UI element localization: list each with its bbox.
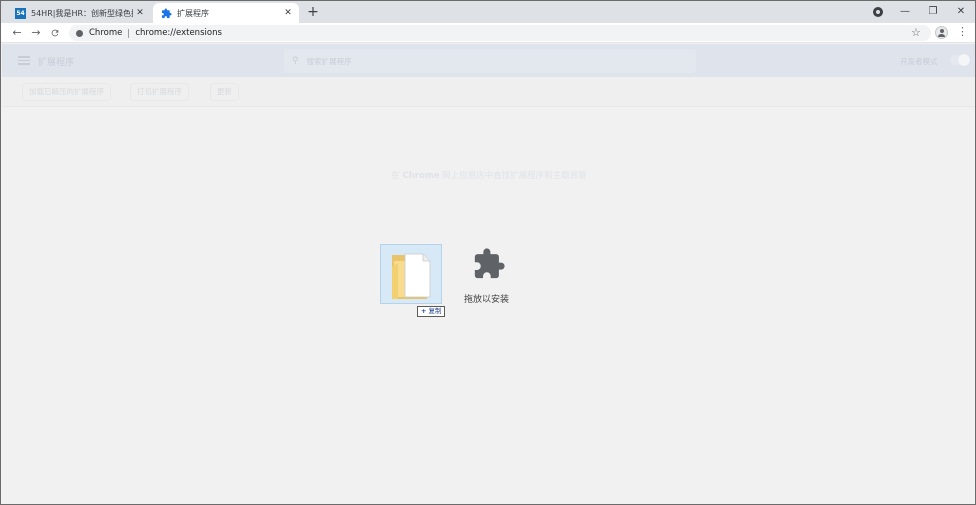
forward-button[interactable]: → bbox=[28, 25, 44, 41]
update-button[interactable]: 更新 bbox=[210, 83, 239, 101]
minimize-button[interactable]: — bbox=[893, 3, 917, 21]
tab-extensions[interactable]: 扩展程序 ✕ bbox=[153, 3, 299, 23]
developer-toolbar: 加载已解压的扩展程序 打包扩展程序 更新 bbox=[2, 77, 975, 107]
page-title: 扩展程序 bbox=[38, 58, 75, 68]
search-placeholder: 搜索扩展程序 bbox=[306, 56, 352, 66]
menu-kebab-icon[interactable]: ⋮ bbox=[957, 25, 968, 38]
profile-avatar-icon[interactable] bbox=[935, 26, 948, 39]
extensions-header: 扩展程序 ⚲ 搜索扩展程序 开发者模式 bbox=[2, 44, 975, 77]
bookmark-star-icon[interactable]: ☆ bbox=[911, 26, 921, 39]
reload-icon bbox=[51, 29, 59, 37]
folder-icon bbox=[392, 253, 431, 299]
browser-window: 54 54HR|我是HR：创新型绿色招聘 ✕ 扩展程序 ✕ + — ❐ ✕ ← … bbox=[0, 0, 976, 505]
url-text[interactable]: chrome://extensions bbox=[135, 28, 222, 38]
puzzle-icon bbox=[161, 7, 172, 18]
site-chip: Chrome bbox=[89, 28, 123, 38]
copy-cursor-badge: + 复制 bbox=[417, 306, 446, 317]
restore-button[interactable]: ❐ bbox=[921, 3, 945, 21]
browser-toolbar: ← → Chrome chrome://extensions ☆ bbox=[1, 23, 975, 43]
dev-mode-label: 开发者模式 bbox=[900, 57, 938, 66]
hamburger-icon[interactable] bbox=[18, 56, 30, 65]
search-input[interactable]: ⚲ 搜索扩展程序 bbox=[284, 49, 696, 73]
plus-icon: + bbox=[421, 307, 427, 315]
tab-54hr[interactable]: 54 54HR|我是HR：创新型绿色招聘 ✕ bbox=[9, 3, 151, 23]
tab-title: 54HR|我是HR：创新型绿色招聘 bbox=[31, 8, 133, 18]
reload-button[interactable] bbox=[47, 25, 63, 41]
address-bar[interactable]: Chrome chrome://extensions bbox=[69, 25, 931, 41]
tab-title: 扩展程序 bbox=[177, 8, 209, 18]
webstore-hint[interactable]: 在 Chrome 网上应用店中查找扩展程序和主题背景 bbox=[1, 169, 975, 181]
close-icon[interactable]: ✕ bbox=[281, 8, 295, 18]
close-icon[interactable]: ✕ bbox=[133, 8, 147, 18]
new-tab-button[interactable]: + bbox=[305, 4, 321, 20]
pack-extension-button[interactable]: 打包扩展程序 bbox=[130, 83, 189, 101]
chrome-site-icon bbox=[76, 29, 83, 37]
tab-strip: 54 54HR|我是HR：创新型绿色招聘 ✕ 扩展程序 ✕ + — ❐ ✕ bbox=[1, 1, 975, 23]
window-close-button[interactable]: ✕ bbox=[949, 3, 973, 21]
puzzle-icon bbox=[474, 248, 505, 279]
search-icon: ⚲ bbox=[292, 56, 299, 66]
drop-to-install-label: 拖放以安装 bbox=[464, 295, 510, 305]
site-favicon: 54 bbox=[15, 7, 26, 19]
back-button[interactable]: ← bbox=[9, 25, 25, 41]
load-unpacked-button[interactable]: 加载已解压的扩展程序 bbox=[22, 83, 111, 101]
dev-mode-toggle[interactable] bbox=[950, 54, 970, 66]
divider bbox=[128, 28, 130, 38]
dragged-folder[interactable] bbox=[380, 244, 442, 304]
profile-indicator-icon[interactable] bbox=[873, 7, 883, 17]
